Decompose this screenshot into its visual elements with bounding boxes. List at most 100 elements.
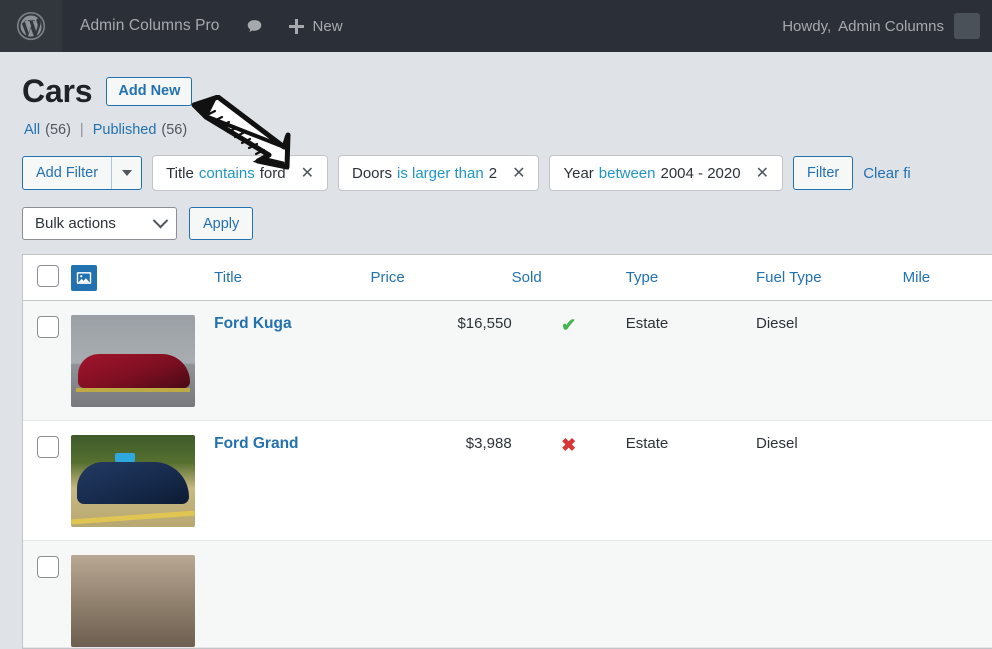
view-published-link[interactable]: Published [93, 122, 157, 138]
row-mileage-cell [902, 540, 992, 648]
comment-bubble-icon[interactable] [234, 0, 275, 52]
bulk-actions-value: Bulk actions [35, 215, 116, 233]
filter-chip-operator: contains [198, 164, 255, 182]
row-select-cell [23, 540, 71, 648]
page-title: Cars [22, 73, 93, 109]
add-new-button[interactable]: Add New [106, 76, 193, 106]
table-header-row: Title Price Sold Type Fuel Type Mile [23, 255, 992, 301]
chevron-down-icon [121, 170, 132, 177]
howdy-greeting: Howdy, [782, 17, 832, 35]
posts-table-container: Title Price Sold Type Fuel Type Mile For… [22, 254, 992, 649]
smart-filters-bar: Add Filter Title contains ford ✕ Doors i… [0, 138, 992, 192]
views-separator: | [79, 122, 84, 139]
row-select-cell [23, 420, 71, 541]
row-checkbox[interactable] [37, 555, 59, 578]
add-filter-group: Add Filter [22, 156, 143, 191]
row-thumbnail-cell [70, 540, 215, 648]
column-header-title[interactable]: Title [214, 255, 371, 301]
filter-chip-field: Year [563, 164, 594, 182]
taxi-sign-icon [115, 453, 136, 463]
column-header-price[interactable]: Price [370, 255, 512, 301]
avatar[interactable] [954, 13, 980, 39]
howdy-user-name: Admin Columns [838, 17, 944, 35]
post-status-views: All (56) | Published (56) [0, 110, 992, 138]
table-header: Title Price Sold Type Fuel Type Mile [23, 255, 992, 301]
row-title-cell: Ford Grand [214, 420, 371, 541]
row-checkbox[interactable] [37, 435, 59, 458]
posts-table: Title Price Sold Type Fuel Type Mile For… [23, 255, 992, 648]
filter-chip-year[interactable]: Year between 2004 - 2020 ✕ [549, 155, 783, 192]
filter-button[interactable]: Filter [792, 156, 854, 191]
row-fuel-type-cell: Diesel [756, 300, 903, 421]
cross-icon: ✖ [561, 434, 577, 455]
page-wrap: Cars Add New All (56) | Published (56) A… [0, 52, 992, 649]
filter-chip-title[interactable]: Title contains ford ✕ [152, 155, 328, 192]
row-fuel-type-cell [756, 540, 903, 648]
plus-icon [288, 18, 304, 34]
featured-image-icon [70, 264, 97, 291]
row-checkbox[interactable] [37, 315, 59, 338]
image-column-header[interactable] [70, 255, 215, 301]
table-body: Ford Kuga $16,550 ✔ Estate Diesel 11,2 [23, 300, 992, 648]
view-published-count: (56) [161, 122, 188, 139]
filter-chip-field: Doors [351, 164, 392, 182]
row-sold-cell: ✔ [511, 300, 626, 421]
admin-bar: Admin Columns Pro New Howdy, Admin Colum… [0, 0, 992, 52]
column-header-mileage[interactable]: Mile [902, 255, 992, 301]
select-all-checkbox[interactable] [37, 264, 59, 287]
check-icon: ✔ [561, 314, 577, 335]
page-header: Cars Add New [0, 52, 992, 110]
table-row [23, 540, 992, 648]
column-header-sold[interactable]: Sold [511, 255, 626, 301]
close-icon[interactable]: ✕ [512, 165, 525, 181]
row-thumbnail-cell [70, 300, 215, 421]
chevron-down-icon [152, 213, 169, 229]
add-new-button[interactable]: New [275, 0, 357, 52]
row-fuel-type-cell: Diesel [756, 420, 903, 541]
row-title-link[interactable]: Ford Grand [214, 435, 298, 452]
view-all-link[interactable]: All [24, 122, 40, 138]
row-title-link[interactable]: Ford Kuga [214, 315, 292, 332]
row-type-cell: Estate [625, 420, 757, 541]
bulk-actions-select[interactable]: Bulk actions [22, 207, 177, 241]
column-header-type[interactable]: Type [625, 255, 757, 301]
row-title-cell: Ford Kuga [214, 300, 371, 421]
close-icon[interactable]: ✕ [301, 165, 314, 181]
bulk-actions-bar: Bulk actions Apply [0, 191, 992, 241]
admin-bar-site-name[interactable]: Admin Columns Pro [62, 0, 234, 52]
ford-grand-photo[interactable] [70, 434, 195, 527]
row-sold-cell: ✖ [511, 420, 626, 541]
filter-chip-operator: is larger than [397, 164, 484, 182]
column-header-fuel-type[interactable]: Fuel Type [756, 255, 903, 301]
row-type-cell: Estate [625, 300, 757, 421]
row-price-cell [370, 540, 512, 648]
row-sold-cell [511, 540, 626, 648]
filter-chip-value: 2 [488, 164, 498, 182]
filter-chip-field: Title [166, 164, 194, 182]
row-thumbnail-cell [70, 420, 215, 541]
howdy-menu[interactable]: Howdy, Admin Columns [768, 0, 954, 52]
row-title-cell [214, 540, 371, 648]
add-new-label: New [312, 17, 343, 35]
row-price-cell: $3,988 [370, 420, 512, 541]
row-type-cell [625, 540, 757, 648]
row-select-cell [23, 300, 71, 421]
add-filter-button[interactable]: Add Filter [23, 157, 111, 189]
filter-chip-doors[interactable]: Doors is larger than 2 ✕ [337, 155, 540, 192]
ford-kuga-photo[interactable] [70, 314, 195, 407]
table-row: Ford Grand $3,988 ✖ Estate Diesel 121 [23, 420, 992, 541]
filter-chip-operator: between [598, 164, 656, 182]
filter-chip-value: 2004 - 2020 [660, 164, 741, 182]
apply-button[interactable]: Apply [189, 207, 254, 241]
view-all-count: (56) [45, 122, 71, 139]
close-icon[interactable]: ✕ [756, 165, 769, 181]
table-row: Ford Kuga $16,550 ✔ Estate Diesel 11,2 [23, 300, 992, 421]
row-mileage-cell: 121 [902, 420, 992, 541]
row-price-cell: $16,550 [370, 300, 512, 421]
add-filter-dropdown-toggle[interactable] [111, 157, 141, 190]
clear-filters-link[interactable]: Clear fi [863, 165, 911, 182]
row-mileage-cell: 11,2 [902, 300, 992, 421]
select-all-header [23, 255, 71, 301]
filter-chip-value: ford [259, 164, 286, 182]
wordpress-logo-icon[interactable] [0, 0, 62, 52]
